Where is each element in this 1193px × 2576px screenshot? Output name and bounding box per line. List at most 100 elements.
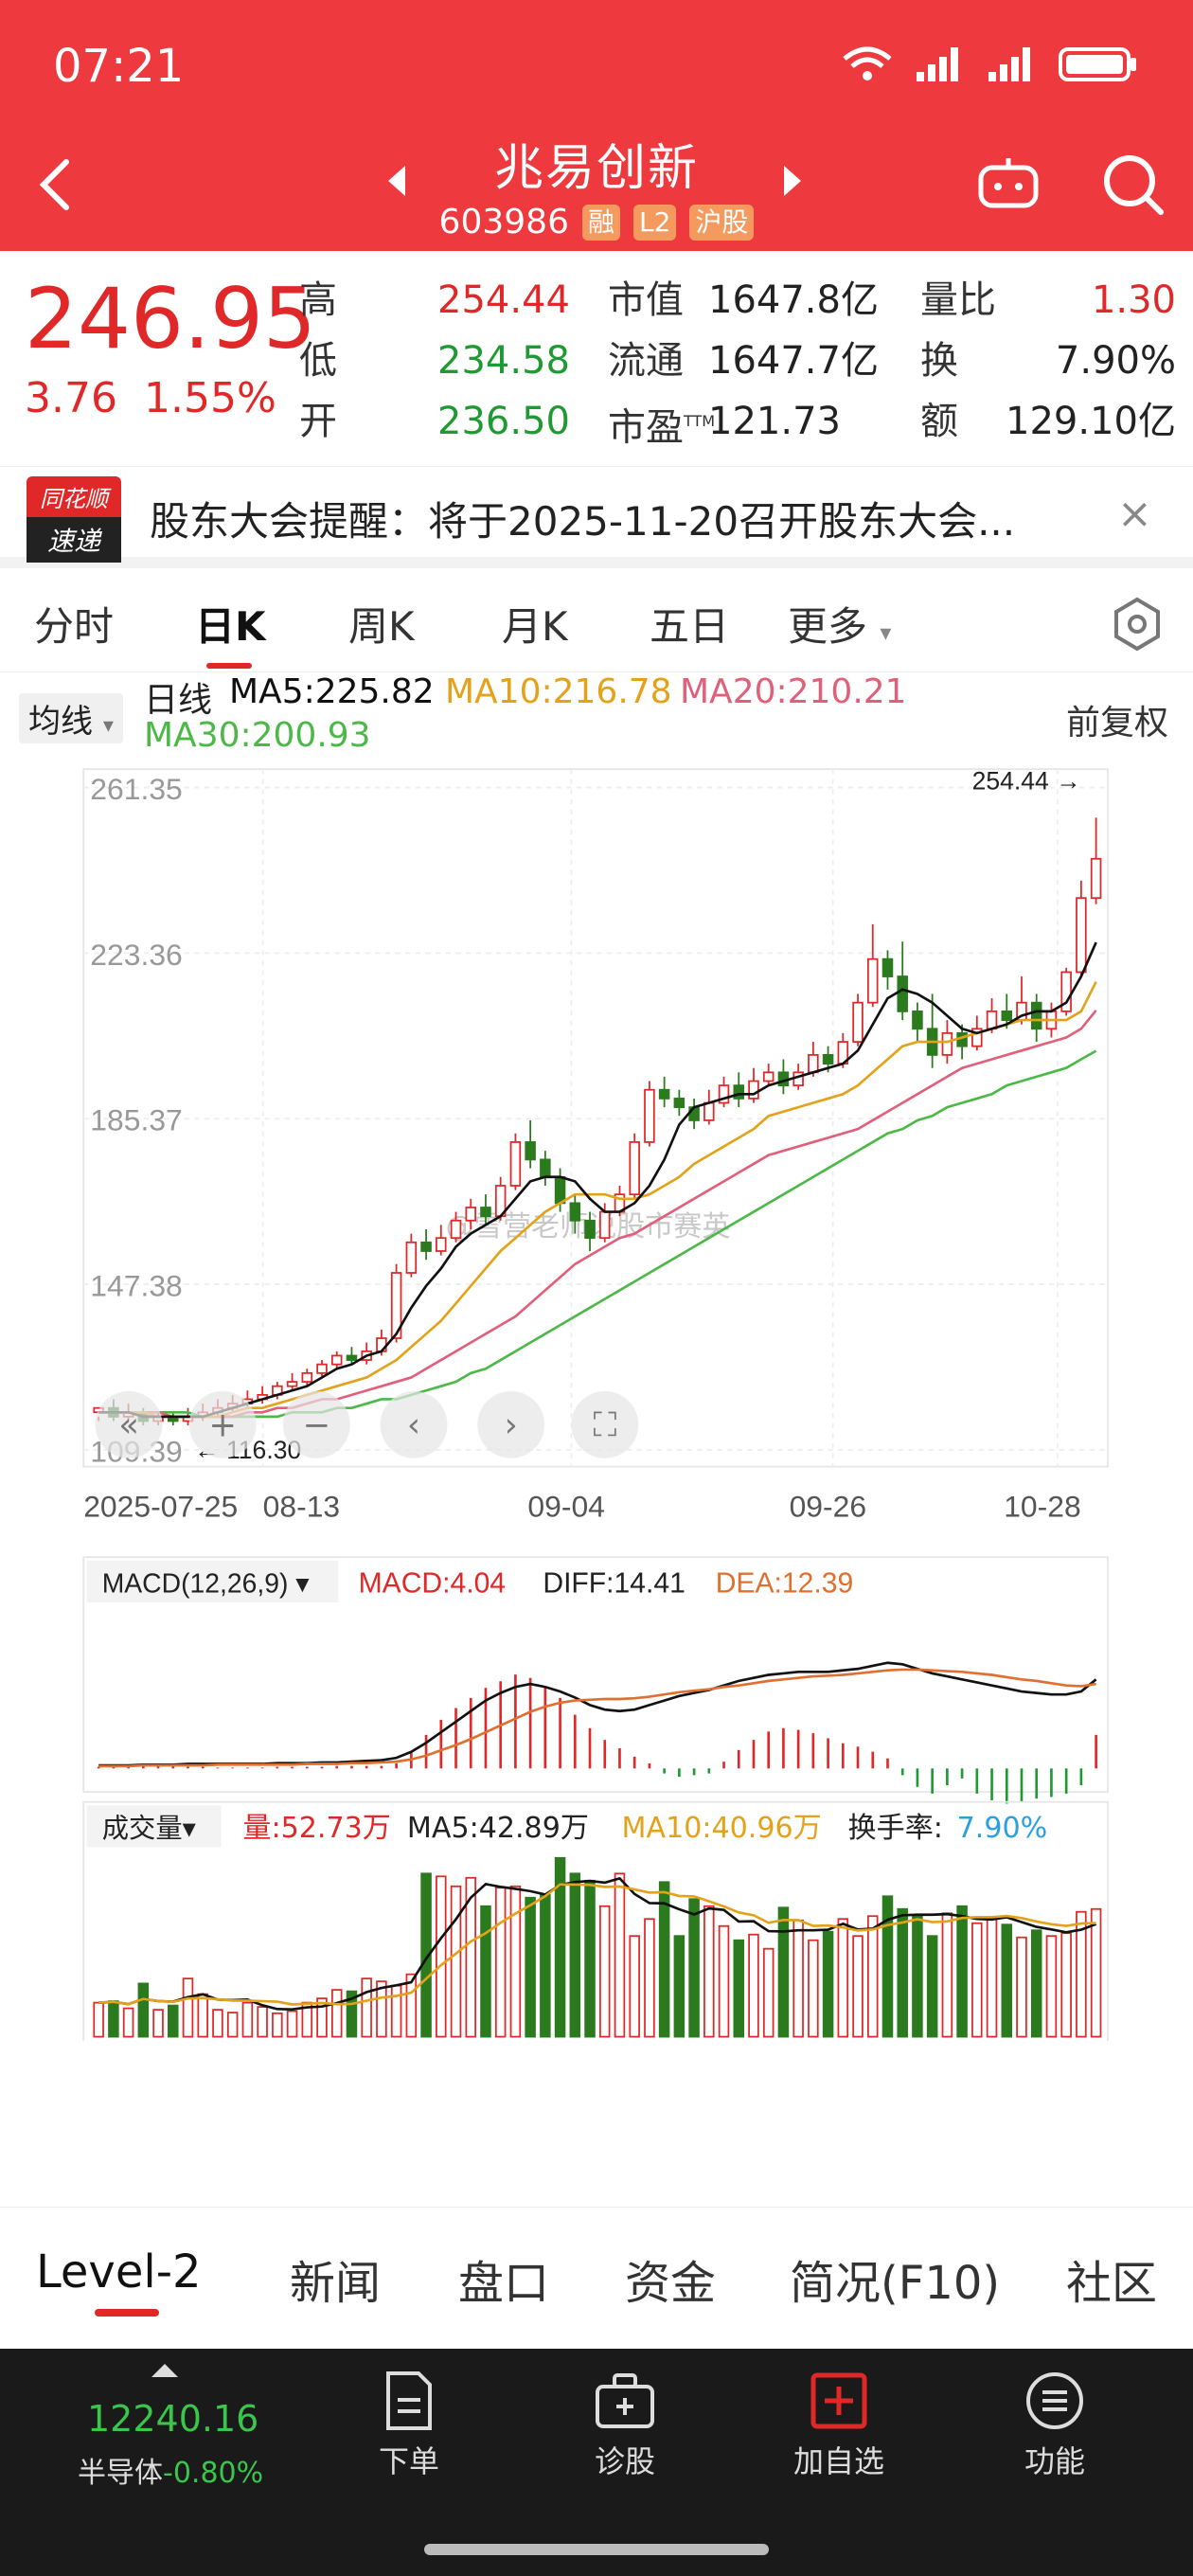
order-button[interactable]: 下单: [333, 2370, 485, 2481]
volume-bar: [748, 1933, 759, 2038]
volume-bar: [897, 1907, 908, 2038]
add-square-icon: [810, 2372, 867, 2429]
notice-logo-bottom: 速递: [27, 517, 121, 563]
volume-bar: [1001, 1923, 1013, 2038]
hlo-values: 254.44 234.58 236.50: [437, 270, 570, 452]
candle-body: [301, 1371, 313, 1383]
y-tick-label: 261.35: [90, 772, 182, 806]
volume-bar: [986, 1918, 998, 2038]
adjust-mode[interactable]: 前复权: [1066, 695, 1168, 744]
volume-bar: [629, 1935, 640, 2038]
volume-bar: [1045, 1935, 1058, 2038]
candle-body: [808, 1054, 819, 1074]
volume-bar: [941, 1912, 953, 2038]
float-label: 流通: [608, 339, 684, 383]
candle-body: [629, 1141, 640, 1196]
back-icon[interactable]: [36, 156, 74, 213]
volume-ratio-value: 1.30: [1091, 278, 1176, 322]
x-tick-label: 09-04: [527, 1490, 604, 1524]
tab-more[interactable]: 更多 ▾: [788, 595, 891, 653]
tab-news[interactable]: 新闻: [290, 2245, 381, 2312]
settings-icon[interactable]: [1110, 597, 1165, 652]
close-icon[interactable]: ×: [1117, 490, 1152, 538]
volume-bar: [509, 1885, 522, 2038]
volume-value: 量:52.73万: [242, 1812, 390, 1845]
chevron-down-icon: ▾: [102, 714, 114, 738]
shareholder-notice[interactable]: 同花顺 速递 股东大会提醒：将于2025-11-20召开股东大会... ×: [0, 466, 1193, 568]
search-icon[interactable]: [1100, 152, 1166, 218]
volume-ratio-label: 量比: [920, 278, 996, 322]
ma-dropdown[interactable]: 均线 ▾: [19, 693, 123, 743]
candle-body: [897, 975, 908, 1012]
volume-bar: [867, 1915, 879, 2038]
volume-bar: [912, 1915, 923, 2038]
chart-control-icon: −: [302, 1406, 330, 1445]
volume-bar: [182, 1977, 194, 2038]
candle-body: [1001, 1010, 1013, 1021]
ma10-value: MA10:216.78: [445, 672, 672, 711]
candle-body: [912, 1010, 923, 1030]
volume-bar: [703, 1905, 715, 2038]
tab-monthly-k[interactable]: 月K: [502, 595, 568, 653]
active-bottom-tab-indicator: [95, 2309, 159, 2317]
last-price: 246.95: [25, 270, 316, 367]
vol-values: 1.30 7.90% 129.10亿: [1006, 270, 1176, 452]
x-tick-label: 08-13: [263, 1490, 340, 1524]
turnover-label: 换手率:: [848, 1812, 943, 1845]
volume-ma10: MA10:40.96万: [622, 1812, 822, 1845]
mcap-label: 市值: [608, 278, 684, 322]
candle-body: [420, 1241, 432, 1252]
candle-body: [465, 1207, 476, 1222]
candle-body: [658, 1088, 670, 1100]
volume-bar: [777, 1906, 790, 2038]
volume-ma5: MA5:42.89万: [407, 1812, 589, 1845]
robot-assistant-icon[interactable]: [975, 156, 1042, 209]
candle-body: [762, 1071, 775, 1082]
signal-icon: [988, 47, 1030, 81]
kline-chart[interactable]: 261.35223.36185.37147.38109.39@雪营老师说股市赛英…: [0, 762, 1193, 2041]
candle-body: [644, 1088, 655, 1143]
tab-weekly-k[interactable]: 周K: [348, 595, 415, 653]
signal-icon: [917, 47, 958, 81]
battery-icon: [1059, 47, 1136, 81]
index-name: 半导体-0.80%: [78, 2457, 264, 2490]
notice-text[interactable]: 股东大会提醒：将于2025-11-20召开股东大会...: [150, 490, 1015, 547]
volume-bar: [673, 1935, 686, 2038]
tab-funds[interactable]: 资金: [625, 2245, 716, 2312]
tab-profile[interactable]: 简况(F10): [790, 2245, 1000, 2312]
home-indicator[interactable]: [424, 2544, 769, 2555]
chart-control-icon: +: [208, 1406, 237, 1445]
high-value: 254.44: [437, 278, 570, 322]
candle-body: [405, 1241, 418, 1274]
volume-bar: [598, 1905, 611, 2038]
candle-body: [748, 1080, 759, 1100]
float-value: 1647.7亿: [708, 339, 879, 383]
dea-value: DEA:12.39: [716, 1567, 853, 1599]
add-watchlist-button[interactable]: 加自选: [763, 2370, 915, 2481]
turnover-value: 7.90%: [1055, 339, 1176, 383]
y-tick-label: 223.36: [90, 938, 182, 972]
high-label: 高: [299, 278, 337, 322]
tab-five-day[interactable]: 五日: [650, 595, 729, 653]
tab-order-book[interactable]: 盘口: [458, 2245, 549, 2312]
diagnose-button[interactable]: 诊股: [549, 2370, 701, 2481]
tab-community[interactable]: 社区: [1066, 2245, 1157, 2312]
x-tick-label: 2025-07-25: [83, 1490, 238, 1524]
volume-bar: [152, 2009, 164, 2038]
tab-daily-k[interactable]: 日K: [195, 595, 266, 653]
candle-body: [525, 1141, 536, 1161]
tag-l2: L2: [633, 204, 677, 241]
price-change: 3.76 1.55%: [25, 374, 276, 422]
chart-control-icon: ‹: [407, 1406, 420, 1445]
volume-bar: [361, 1977, 372, 2038]
menu-circle-icon: [1026, 2372, 1083, 2429]
volume-bar: [226, 2012, 239, 2038]
candle-body: [330, 1354, 343, 1366]
function-button[interactable]: 功能: [979, 2370, 1131, 2481]
candle-body: [673, 1098, 686, 1109]
tab-intraday[interactable]: 分时: [34, 595, 114, 653]
tab-level2[interactable]: Level-2: [36, 2245, 202, 2299]
candle-body: [822, 1054, 834, 1064]
next-stock-icon[interactable]: [784, 166, 801, 196]
dea-line: [98, 1668, 1096, 1768]
